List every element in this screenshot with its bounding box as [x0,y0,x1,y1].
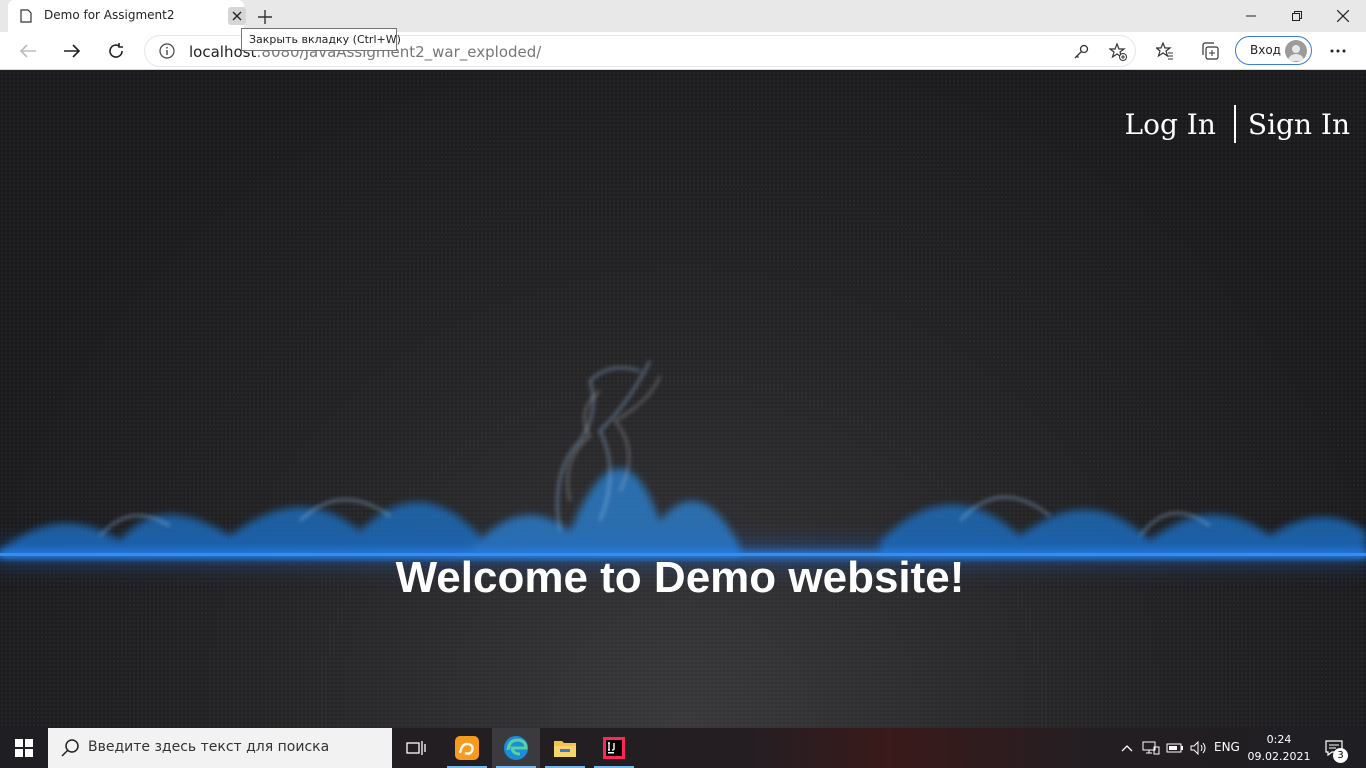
taskbar: Введите здесь текст для поиска ENG 0:24 … [0,728,1366,768]
edge-button[interactable] [492,728,540,768]
add-favorite-icon [1109,43,1127,61]
web-page: Log In Sign In Welcome to Demo website! [0,71,1366,728]
clock-date: 09.02.2021 [1247,750,1311,763]
battery-icon [1166,743,1183,753]
volume-icon [1190,741,1206,755]
edge-icon [504,736,528,760]
add-favorite-button[interactable] [1108,42,1128,62]
tab-close-button[interactable] [228,7,246,25]
profile-label: Вход [1250,43,1281,57]
info-icon [159,43,175,59]
uc-browser-icon [455,736,479,760]
tooltip: Закрыть вкладку (Ctrl+W) [241,28,401,51]
clock[interactable]: 0:24 09.02.2021 [1246,731,1312,765]
top-nav: Log In Sign In [1125,105,1350,143]
tab-title: Demo for Assigment2 [44,8,175,22]
welcome-heading: Welcome to Demo website! [395,553,965,602]
network-icon [1142,741,1160,755]
new-tab-button[interactable] [254,6,276,28]
uc-browser-button[interactable] [443,728,491,768]
browser-tab[interactable]: Demo for Assigment2 [8,0,246,32]
start-button[interactable] [0,728,48,768]
close-window-icon [1337,10,1349,22]
close-window-button[interactable] [1320,0,1366,32]
windows-icon [15,739,33,757]
show-hidden-icons-button[interactable] [1118,728,1136,768]
browser-toolbar: localhost:8080/JavaAssigment2_war_explod… [0,32,1366,70]
tab-strip: Demo for Assigment2 [0,0,1366,32]
back-button[interactable] [13,36,43,66]
collections-icon [1202,42,1219,60]
favorites-icon [1156,42,1173,60]
plus-icon [258,10,272,24]
close-icon [232,11,242,21]
signin-link[interactable]: Sign In [1248,108,1350,141]
intellij-icon [603,737,625,759]
more-button[interactable] [1323,36,1353,66]
smoke-decoration [0,360,1366,556]
minimize-button[interactable] [1228,0,1274,32]
forward-icon [64,44,81,58]
minimize-icon [1246,15,1256,17]
volume-button[interactable] [1189,728,1209,768]
key-icon [1074,44,1089,59]
clock-time: 0:24 [1266,733,1292,746]
search-icon [61,739,79,757]
task-view-button[interactable] [392,728,440,768]
nav-divider [1233,105,1236,143]
refresh-button[interactable] [101,36,131,66]
network-button[interactable] [1141,728,1161,768]
collections-button[interactable] [1195,36,1225,66]
battery-button[interactable] [1165,728,1185,768]
forward-button[interactable] [57,36,87,66]
avatar [1285,40,1307,62]
restore-icon [1292,11,1302,21]
profile-button[interactable]: Вход [1235,36,1312,65]
file-explorer-icon [554,741,576,757]
task-view-icon [406,741,426,755]
back-icon [19,44,36,58]
favorites-button[interactable] [1150,36,1180,66]
page-icon [20,9,32,23]
notification-count-badge: 3 [1333,748,1348,763]
chevron-up-icon [1121,745,1133,752]
language-indicator[interactable]: ENG [1214,740,1240,754]
login-link[interactable]: Log In [1125,108,1216,141]
password-key-button[interactable] [1071,42,1091,62]
taskbar-search[interactable]: Введите здесь текст для поиска [48,728,392,768]
intellij-button[interactable] [590,728,638,768]
search-placeholder: Введите здесь текст для поиска [88,739,330,755]
more-icon [1330,49,1346,53]
file-explorer-button[interactable] [541,728,589,768]
restore-button[interactable] [1274,0,1320,32]
refresh-icon [109,43,123,58]
